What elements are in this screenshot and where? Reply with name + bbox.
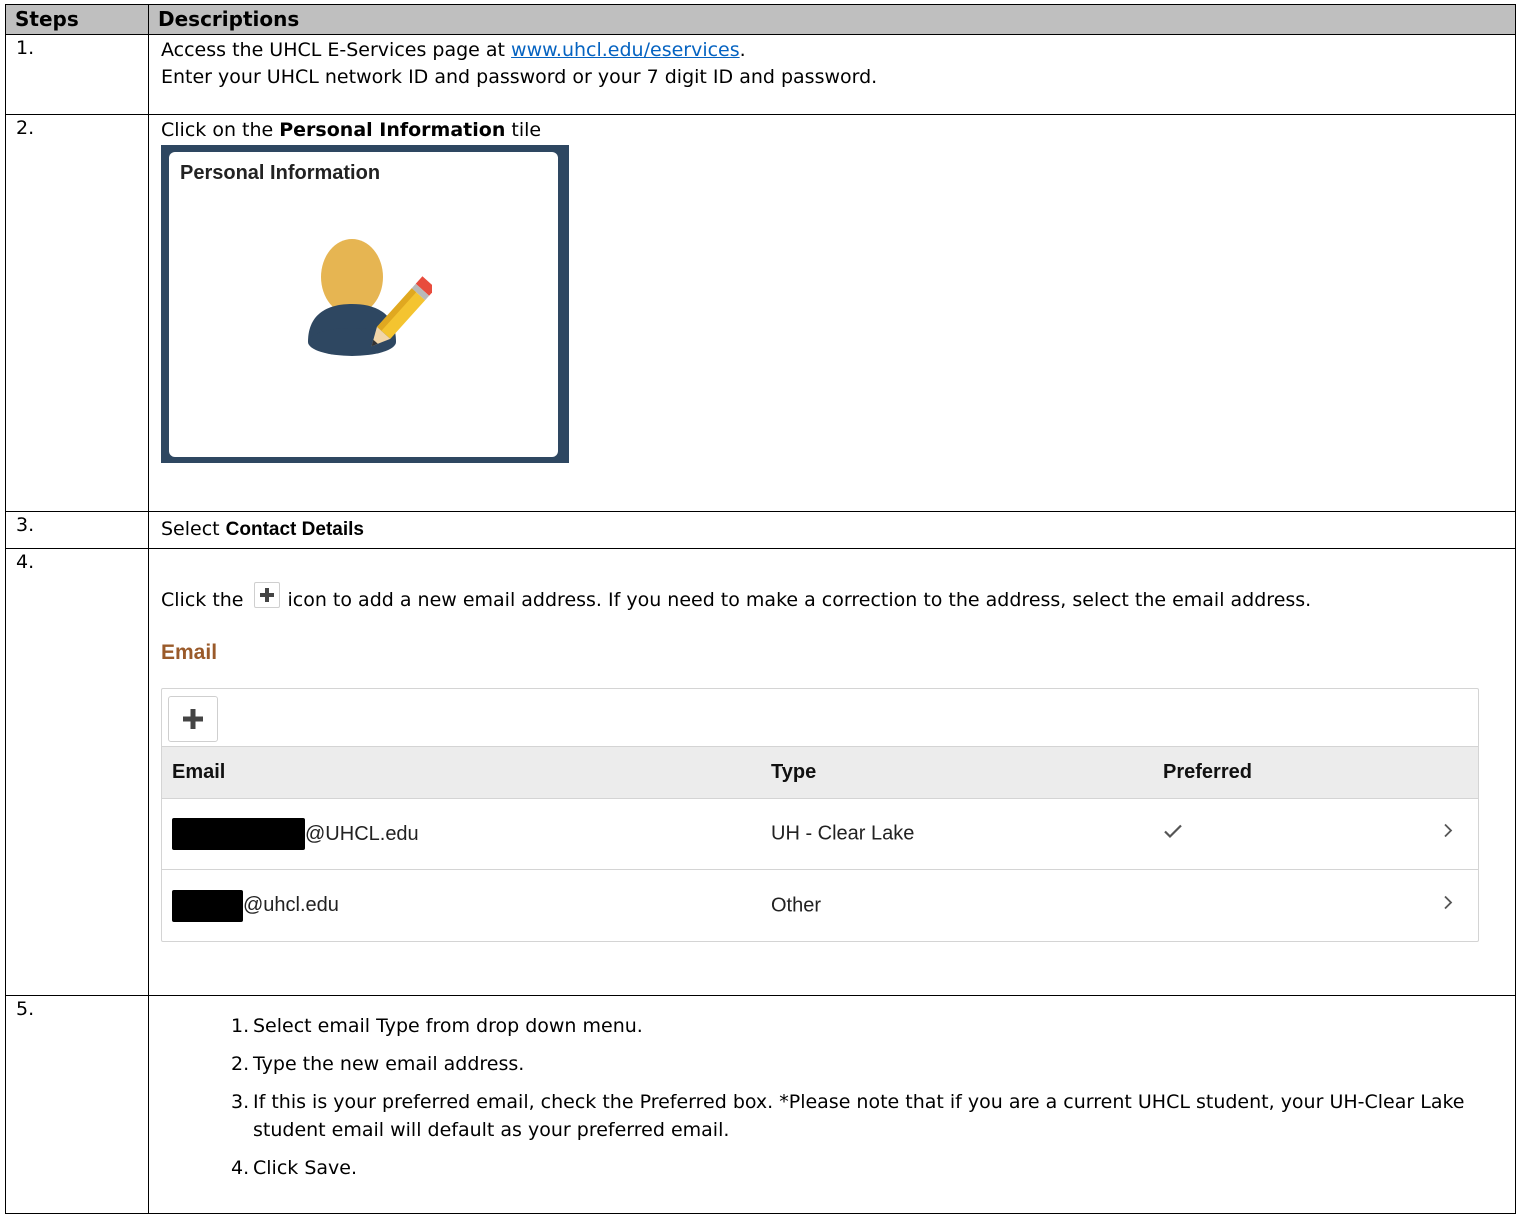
step-row-4: 4. Click the icon to add a new email addr… [5, 548, 1516, 996]
step2-text: Click on the [161, 119, 280, 141]
step-row-1: 1. Access the UHCL E-Services page at ww… [5, 34, 1516, 115]
step1-text: Access the UHCL E-Services page at [161, 39, 512, 61]
col-type: Type [771, 761, 817, 783]
tile-title: Personal Information [180, 162, 381, 184]
person-edit-icon [308, 239, 432, 356]
step-description: 1. Select email Type from drop down menu.… [148, 995, 1516, 1214]
chevron-right-icon[interactable] [1442, 821, 1454, 848]
step-description: Select Contact Details [148, 511, 1516, 549]
step-description: Access the UHCL E-Services page at www.u… [148, 34, 1516, 115]
step-number: 2. [5, 114, 149, 512]
step-row-5: 5. 1. Select email Type from drop down me… [5, 995, 1516, 1214]
email-cell: @uhcl.edu [172, 889, 339, 922]
email-value: @UHCL.edu [305, 822, 419, 845]
step3-text: Select [161, 518, 226, 540]
step-description: Click the icon to add a new email address… [148, 548, 1516, 996]
list-item: 4. Click Save. [231, 1154, 1503, 1182]
plus-icon [183, 709, 203, 729]
col-email: Email [172, 761, 226, 783]
eservices-link[interactable]: www.uhcl.edu/eservices [511, 39, 740, 61]
item-number: 3. [231, 1091, 250, 1113]
item-number: 4. [231, 1157, 250, 1179]
email-heading: Email [161, 641, 218, 664]
item-text: Click Save. [253, 1157, 357, 1179]
step-number: 1. [5, 34, 149, 115]
type-value: UH - Clear Lake [771, 822, 915, 845]
list-item: 2. Type the new email address. [231, 1050, 1503, 1078]
email-cell: @UHCL.edu [172, 818, 419, 850]
step1-line2: Enter your UHCL network ID and password … [161, 66, 878, 88]
redaction [172, 818, 305, 850]
email-screenshot: Email Email Type Preferred @UHCL.edu UH … [161, 619, 1503, 956]
list-item: 3. If this is your preferred email, check… [231, 1088, 1503, 1144]
plus-icon [253, 582, 280, 608]
step-number: 3. [5, 511, 149, 549]
header-steps: Steps [5, 4, 149, 35]
steps-table: Steps Descriptions 1. Access the UHCL E-… [5, 4, 1516, 1214]
list-item: 1. Select email Type from drop down menu. [231, 1012, 1503, 1040]
item-text: Type the new email address. [253, 1053, 525, 1075]
item-number: 1. [231, 1015, 250, 1037]
step-row-2: 2. Click on the Personal Information til… [5, 114, 1516, 512]
header-descriptions: Descriptions [148, 4, 1516, 35]
tile-card: Personal Information [169, 152, 558, 457]
item-number: 2. [231, 1053, 250, 1075]
step2-text-post: tile [505, 119, 542, 141]
step-number: 4. [5, 548, 149, 996]
substeps-list: 1. Select email Type from drop down menu.… [161, 998, 1503, 1184]
step1-period: . [739, 39, 746, 61]
step2-bold: Personal Information [279, 119, 506, 141]
email-value: @uhcl.edu [243, 894, 339, 916]
grid-toolbar [162, 689, 1478, 747]
step3-bold: Contact Details [225, 519, 364, 540]
table-row[interactable]: @uhcl.edu Other [162, 870, 1478, 941]
step-number: 5. [5, 995, 149, 1214]
step4-text-post: icon to add a new email address. If you … [287, 589, 1312, 611]
type-value: Other [771, 894, 822, 916]
step-description: Click on the Personal Information tile P… [148, 114, 1516, 512]
chevron-right-icon[interactable] [1442, 892, 1454, 919]
table-row[interactable]: @UHCL.edu UH - Clear Lake [162, 799, 1478, 870]
col-preferred: Preferred [1163, 761, 1252, 783]
add-email-button[interactable] [168, 696, 218, 742]
table-header-row: Steps Descriptions [5, 4, 1516, 35]
personal-information-tile[interactable]: Personal Information [161, 145, 569, 463]
email-grid: Email Type Preferred @UHCL.edu UH - Clea… [161, 688, 1479, 942]
step4-text: Click the [161, 589, 244, 611]
check-icon [1163, 821, 1183, 848]
item-text: Select email Type from drop down menu. [253, 1015, 643, 1037]
step4-paragraph: Click the icon to add a new email address… [161, 581, 1503, 619]
step-row-3: 3. Select Contact Details [5, 511, 1516, 549]
redaction [172, 889, 243, 922]
grid-header: Email Type Preferred [162, 747, 1478, 799]
item-text: If this is your preferred email, check t… [253, 1091, 1465, 1141]
